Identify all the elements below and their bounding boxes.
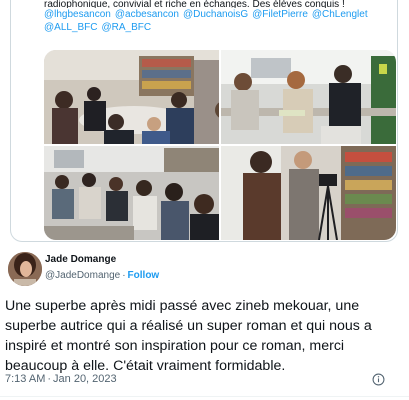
avatar[interactable] [8,252,42,286]
quoted-tweet-card[interactable]: radiophonique, convivial et riche en éch… [10,0,398,242]
mention-link[interactable]: @lhgbesancon [44,9,111,20]
photo-2-image [221,50,396,144]
photo-3[interactable] [44,146,219,240]
mention-link[interactable]: @ALL_BFC [44,22,98,33]
mention-link[interactable]: @DuchanoisG [183,9,248,20]
photo-1[interactable] [44,50,219,144]
mention-link[interactable]: @FiletPierre [252,9,308,20]
avatar-image [8,252,42,286]
photo-2[interactable] [221,50,396,144]
photo-1-image [44,50,219,144]
timestamp-separator: · [47,373,52,385]
tweet-time: 7:13 AM [5,373,46,385]
author-handle[interactable]: @JadeDomange [45,270,120,281]
tweet-author: Jade Domange @JadeDomange · Follow [8,252,308,288]
mention-link[interactable]: @RA_BFC [102,22,152,33]
follow-button[interactable]: Follow [128,270,160,281]
tweet-text: Une superbe après midi passé avec zineb … [5,298,372,374]
photo-3-image [44,146,219,240]
quoted-tweet-mentions: @lhgbesancon @acbesancon @DuchanoisG @Filet… [44,8,394,34]
quoted-tweet-line: radiophonique, convivial et riche en éch… [44,0,345,8]
photo-grid [44,50,396,240]
author-handle-row: @JadeDomange · Follow [45,270,159,281]
tweet-date: Jan 20, 2023 [53,373,117,385]
divider [0,396,409,397]
separator-dot: · [122,270,126,281]
mention-link[interactable]: @acbesancon [115,9,179,20]
mention-link[interactable]: @ChLenglet [312,9,368,20]
tweet-timestamp[interactable]: 7:13 AM · Jan 20, 2023 [5,373,117,385]
photo-4[interactable] [221,146,396,240]
photo-4-image [221,146,396,240]
author-name[interactable]: Jade Domange [45,254,116,265]
quoted-tweet-text: radiophonique, convivial et riche en éch… [44,0,394,34]
info-icon[interactable] [372,373,385,386]
